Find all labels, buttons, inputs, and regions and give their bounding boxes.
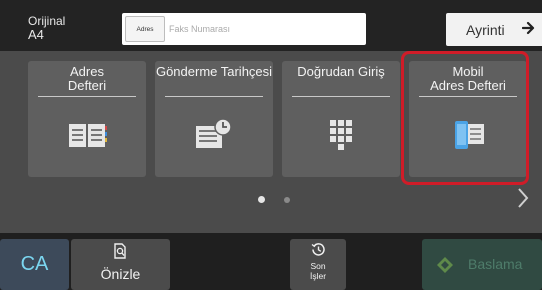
chevron-right-icon[interactable] [517, 187, 529, 214]
tile-label: Doğrudan Giriş [282, 65, 400, 79]
preview-label: Önizle [100, 266, 141, 282]
tile-send-history[interactable]: Gönderme Tarihçesi [155, 61, 273, 177]
original-label: Orijinal [28, 14, 66, 28]
send-history-icon [194, 118, 234, 152]
screen: Orijinal A4 Adres Ayrinti Adres Defteri [0, 0, 542, 290]
recent-jobs-line2: İşler [309, 271, 327, 281]
fax-number-box: Adres [122, 13, 366, 45]
preview-icon [113, 243, 127, 264]
tile-divider [165, 96, 263, 97]
tile-address-book[interactable]: Adres Defteri [28, 61, 146, 177]
tile-label: Adres Defteri [28, 65, 146, 93]
start-diamond-icon [436, 256, 454, 279]
start-label: Baslama [468, 256, 523, 272]
address-book-icon [67, 118, 107, 152]
original-value: A4 [28, 27, 44, 42]
keypad-icon [321, 118, 361, 152]
recent-jobs-button[interactable]: Son İşler [290, 239, 346, 290]
history-icon [311, 242, 326, 262]
tile-label-line1: Adres [70, 64, 104, 79]
details-label: Ayrinti [466, 21, 505, 38]
tile-label-line1: Doğrudan Giriş [297, 64, 385, 79]
address-button[interactable]: Adres [125, 16, 165, 42]
arrow-right-icon [521, 20, 536, 39]
page-indicator-inactive[interactable] [284, 197, 290, 203]
preview-button[interactable]: Önizle [71, 239, 170, 290]
details-button[interactable]: Ayrinti [446, 13, 542, 46]
clear-all-button[interactable]: CA [0, 239, 69, 290]
selection-highlight [401, 51, 529, 185]
tile-label: Gönderme Tarihçesi [155, 65, 273, 79]
fax-number-input[interactable] [169, 16, 359, 42]
recent-jobs-line1: Son [310, 261, 326, 271]
page-indicator-active [258, 196, 265, 203]
tile-divider [292, 96, 390, 97]
tile-direct-entry[interactable]: Doğrudan Giriş [282, 61, 400, 177]
start-button[interactable]: Baslama [422, 239, 542, 290]
tile-label-line1: Gönderme Tarihçesi [155, 64, 273, 79]
recent-jobs-label: Son İşler [290, 261, 346, 281]
tile-label-line2: Defteri [67, 78, 107, 93]
original-size-indicator[interactable]: Orijinal A4 [28, 14, 65, 42]
tile-divider [38, 96, 136, 97]
bottom-bar: CA Önizle Son İşler Baslama [0, 233, 542, 290]
